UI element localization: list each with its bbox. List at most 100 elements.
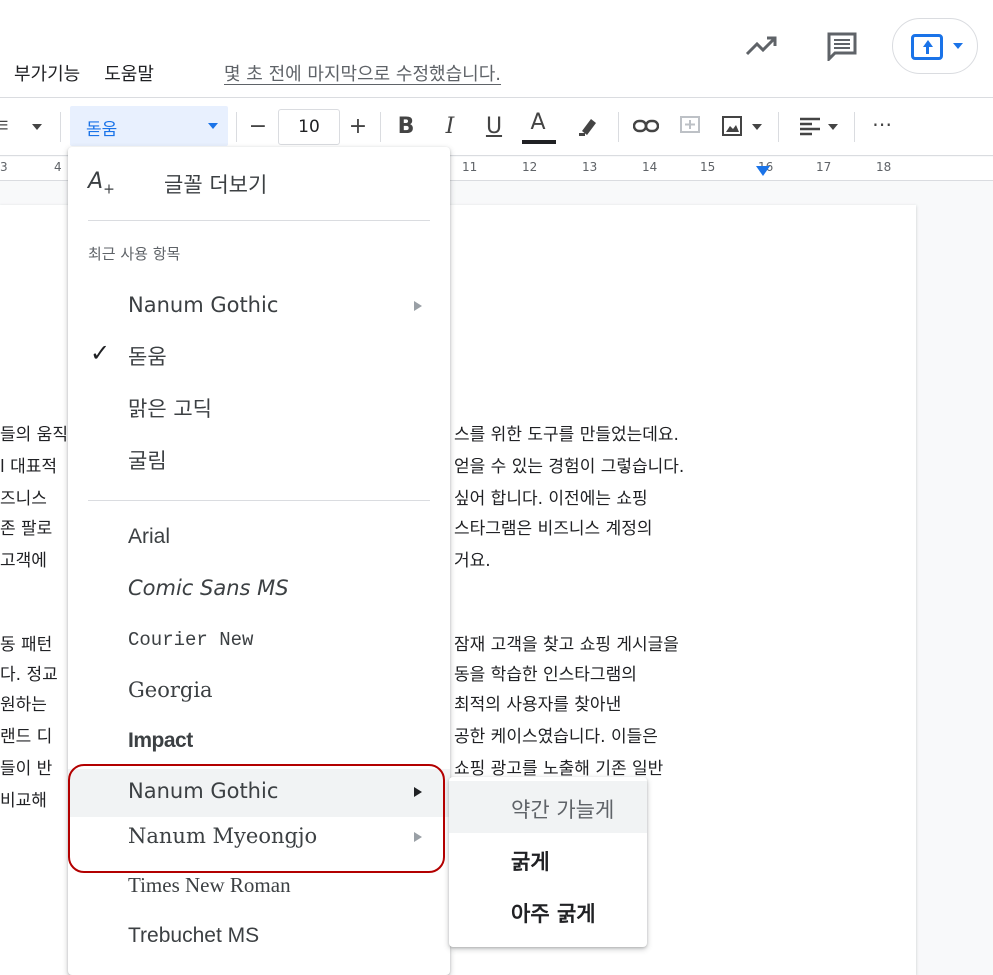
font-item-label: Courier New <box>128 629 254 651</box>
document-text-line: 쇼핑 광고를 노출해 기존 일반 <box>454 759 664 779</box>
font-dropdown-menu: A+ 글꼴 더보기 최근 사용 항목 Nanum Gothic ✓ 돋움 맑은 … <box>68 147 450 975</box>
font-item-recent-malgun-gothic[interactable]: 맑은 고딕 <box>68 383 450 431</box>
increase-font-size-button[interactable]: + <box>342 110 374 142</box>
font-item-label: Nanum Gothic <box>128 779 279 803</box>
right-indent-marker[interactable] <box>756 166 770 176</box>
font-item-label: 맑은 고딕 <box>128 397 212 421</box>
menu-divider <box>88 500 430 501</box>
menu-addons[interactable]: 부가기능 <box>14 60 80 86</box>
weight-item-label: 아주 굵게 <box>511 902 596 926</box>
font-item-impact[interactable]: Impact <box>68 719 450 767</box>
check-icon: ✓ <box>90 339 111 367</box>
font-item-comic-sans-ms[interactable]: Comic Sans MS <box>68 566 450 614</box>
chevron-down-icon <box>953 43 963 49</box>
document-text-line: 들이 반 <box>0 759 53 779</box>
font-item-label: Times New Roman <box>128 873 291 897</box>
menu-help[interactable]: 도움말 <box>104 60 154 86</box>
font-item-arial[interactable]: Arial <box>68 515 450 563</box>
chevron-down-icon[interactable] <box>828 124 838 130</box>
font-select[interactable]: 돋움 <box>70 106 228 146</box>
link-icon[interactable] <box>630 110 662 142</box>
toolbar-divider <box>380 112 381 142</box>
font-item-label: Nanum Myeongjo <box>128 824 318 848</box>
italic-button[interactable]: I <box>434 110 466 142</box>
document-text-line: 비교해 <box>0 791 47 811</box>
add-font-icon: A+ <box>88 169 115 198</box>
font-item-label: Nanum Gothic <box>128 293 279 317</box>
ruler-number: 15 <box>700 160 716 174</box>
recent-header: 최근 사용 항목 <box>88 245 181 263</box>
toolbar-divider <box>618 112 619 142</box>
font-item-georgia[interactable]: Georgia <box>68 668 450 716</box>
document-text-line: 동 패턴 <box>0 635 53 655</box>
document-text-line: 거요. <box>454 551 491 571</box>
font-item-recent-gulim[interactable]: 굴림 <box>68 435 450 483</box>
bold-button[interactable]: B <box>390 110 422 142</box>
menu-divider <box>88 220 430 221</box>
font-item-courier-new[interactable]: Courier New <box>68 617 450 665</box>
underline-button[interactable]: U <box>478 110 510 142</box>
text-color-label: A <box>530 109 546 135</box>
align-left-icon[interactable] <box>794 110 826 142</box>
insert-image-icon[interactable] <box>716 110 748 142</box>
toolbar-divider <box>778 112 779 142</box>
document-text-line: 싶어 합니다. 이전에는 쇼핑 <box>454 489 648 509</box>
ruler-number: 14 <box>642 160 658 174</box>
document-text-line: 동을 학습한 인스타그램의 <box>454 665 637 685</box>
share-icon <box>911 34 943 60</box>
font-item-label: 돋움 <box>128 345 167 369</box>
highlight-icon[interactable] <box>572 110 604 142</box>
ruler-number: 11 <box>462 160 478 174</box>
font-weight-submenu: 약간 가늘게 굵게 아주 굵게 <box>449 777 647 947</box>
font-item-nanum-myeongjo[interactable]: Nanum Myeongjo <box>68 814 450 862</box>
ruler-number: 4 <box>54 160 62 174</box>
menu-bar: 부가기능 도움말 <box>14 60 154 86</box>
comment-icon[interactable] <box>822 26 862 66</box>
document-text-line: 다. 정교 <box>0 665 58 685</box>
document-text-line: 잠재 고객을 찾고 쇼핑 게시글을 <box>454 635 679 655</box>
ruler-number: 17 <box>816 160 832 174</box>
chevron-down-icon <box>208 123 218 129</box>
last-edit-link[interactable]: 몇 초 전에 마지막으로 수정했습니다. <box>224 60 501 86</box>
font-item-nanum-gothic[interactable]: Nanum Gothic <box>68 769 450 817</box>
font-select-value: 돋움 <box>86 120 118 140</box>
more-fonts-item[interactable]: A+ 글꼴 더보기 <box>68 161 450 205</box>
font-item-recent-dotum[interactable]: ✓ 돋움 <box>68 331 450 379</box>
text-color-swatch <box>522 140 556 144</box>
chevron-down-icon[interactable] <box>32 124 42 130</box>
document-text-line: 존 팔로 <box>0 519 53 539</box>
weight-item-light[interactable]: 약간 가늘게 <box>449 781 647 833</box>
chevron-down-icon[interactable] <box>752 124 762 130</box>
document-text-line: 랜드 디 <box>0 727 53 747</box>
weight-item-bold[interactable]: 굵게 <box>449 833 647 885</box>
chevron-right-icon <box>414 787 422 797</box>
toolbar-divider <box>854 112 855 142</box>
more-options-button[interactable]: ⋯ <box>866 108 898 140</box>
document-text-line: 최적의 사용자를 찾아낸 <box>454 695 622 715</box>
font-item-trebuchet-ms[interactable]: Trebuchet MS <box>68 914 450 962</box>
ruler-number: 18 <box>876 160 892 174</box>
weight-item-label: 굵게 <box>511 850 550 874</box>
document-text-line: 얻을 수 있는 경험이 그렇습니다. <box>454 457 685 477</box>
document-text-line: 스를 위한 도구를 만들었는데요. <box>454 425 679 445</box>
font-size-input[interactable]: 10 <box>278 109 340 145</box>
docs-header: 부가기능 도움말 몇 초 전에 마지막으로 수정했습니다. <box>0 0 993 98</box>
decrease-font-size-button[interactable]: − <box>242 110 274 142</box>
share-button[interactable] <box>892 18 978 74</box>
font-item-label: Arial <box>128 525 171 548</box>
toolbar-divider <box>60 112 61 142</box>
weight-item-extra-bold[interactable]: 아주 굵게 <box>449 885 647 937</box>
font-item-label: Comic Sans MS <box>128 576 289 600</box>
font-item-times-new-roman[interactable]: Times New Roman <box>68 863 450 911</box>
font-item-label: Trebuchet MS <box>128 924 260 947</box>
weight-item-label: 약간 가늘게 <box>511 798 615 822</box>
font-item-label: 굴림 <box>128 449 167 473</box>
text-color-button[interactable]: A <box>522 106 554 138</box>
toolbar-divider <box>236 112 237 142</box>
trending-up-icon[interactable] <box>742 26 782 66</box>
font-item-recent-nanum-gothic[interactable]: Nanum Gothic <box>68 283 450 331</box>
chevron-right-icon <box>414 832 422 842</box>
style-select-label[interactable]: ㅌ <box>0 112 11 138</box>
document-text-line: 공한 케이스였습니다. 이들은 <box>454 727 658 747</box>
document-text-line: 스타그램은 비즈니스 계정의 <box>454 519 653 539</box>
